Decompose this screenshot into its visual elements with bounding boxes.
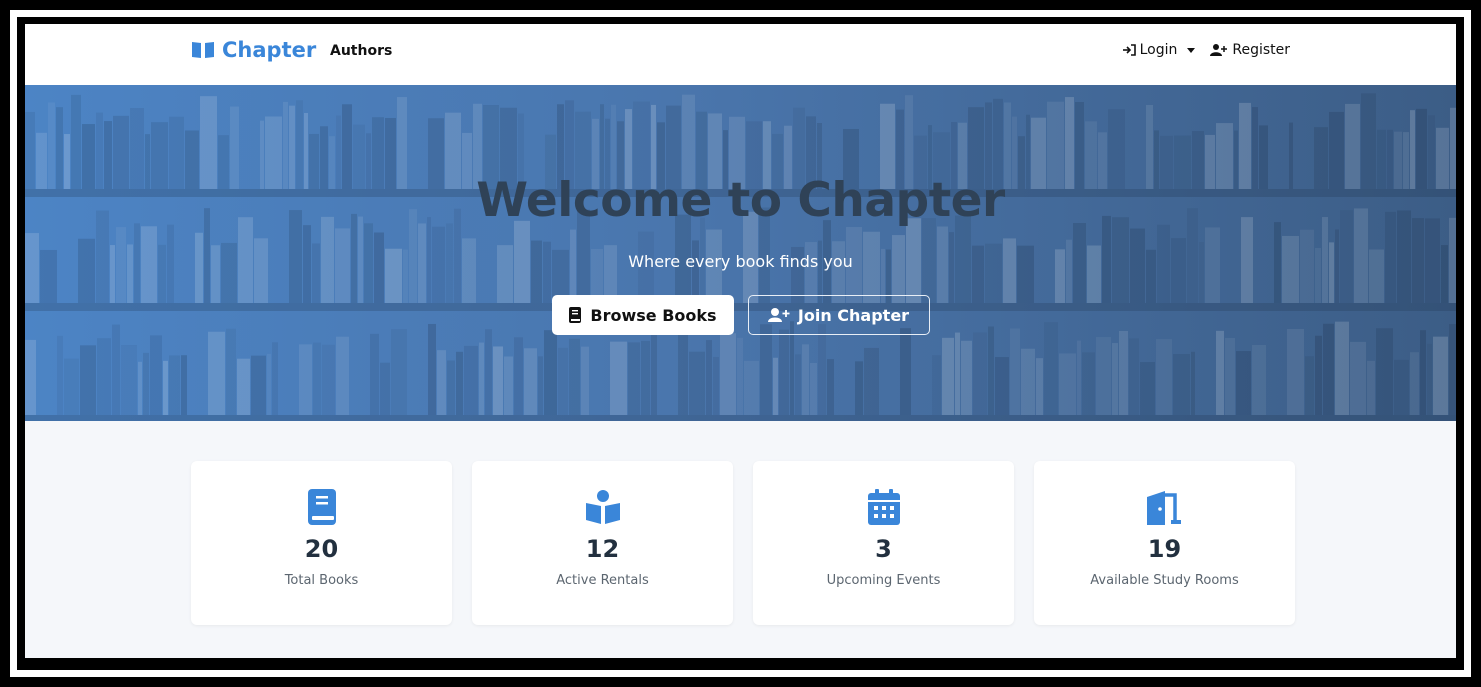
browse-books-label: Browse Books [590,305,717,325]
sign-in-icon [1122,44,1136,56]
book-icon [569,307,582,323]
stat-card-study-rooms: 19 Available Study Rooms [1034,461,1295,625]
nav-authors-link[interactable]: Authors [330,43,392,59]
calendar-icon [867,489,900,525]
book-reader-icon [585,490,620,524]
stat-label: Upcoming Events [826,573,941,588]
stat-card-active-rentals: 12 Active Rentals [472,461,733,625]
brand-link[interactable]: Chapter [191,38,316,62]
browser-window: Chapter Authors Login Register Welcome t… [25,24,1456,658]
join-chapter-button[interactable]: Join Chapter [747,295,930,335]
navbar: Chapter Authors Login Register [25,24,1456,86]
join-chapter-label: Join Chapter [797,305,910,325]
nav-right: Login Register [1122,42,1290,58]
login-label: Login [1139,42,1178,58]
hero-buttons: Browse Books Join Chapter [25,295,1456,335]
stat-card-total-books: 20 Total Books [191,461,452,625]
register-link[interactable]: Register [1210,42,1290,58]
login-dropdown[interactable]: Login [1122,42,1196,58]
stats-row: 20 Total Books 12 Active Rentals 3 Upcom… [191,461,1295,625]
stat-label: Active Rentals [556,573,649,588]
stat-value: 19 [1147,535,1182,563]
browse-books-button[interactable]: Browse Books [551,295,734,335]
user-plus-icon [767,308,790,322]
open-book-icon [192,42,214,58]
stat-label: Total Books [284,573,359,588]
hero-banner: Welcome to Chapter Where every book find… [25,85,1456,421]
chevron-down-icon [1187,47,1196,53]
stat-value: 12 [585,535,620,563]
stat-value: 3 [875,535,892,563]
stat-label: Available Study Rooms [1090,573,1239,588]
register-label: Register [1232,42,1290,58]
brand-name: Chapter [222,38,317,62]
book-icon [307,489,336,525]
user-plus-icon [1210,44,1228,56]
hero-title: Welcome to Chapter [476,173,1005,228]
door-open-icon [1146,491,1181,525]
stat-value: 20 [304,535,339,563]
hero-subtitle: Where every book finds you [628,252,853,271]
stat-card-upcoming-events: 3 Upcoming Events [753,461,1014,625]
